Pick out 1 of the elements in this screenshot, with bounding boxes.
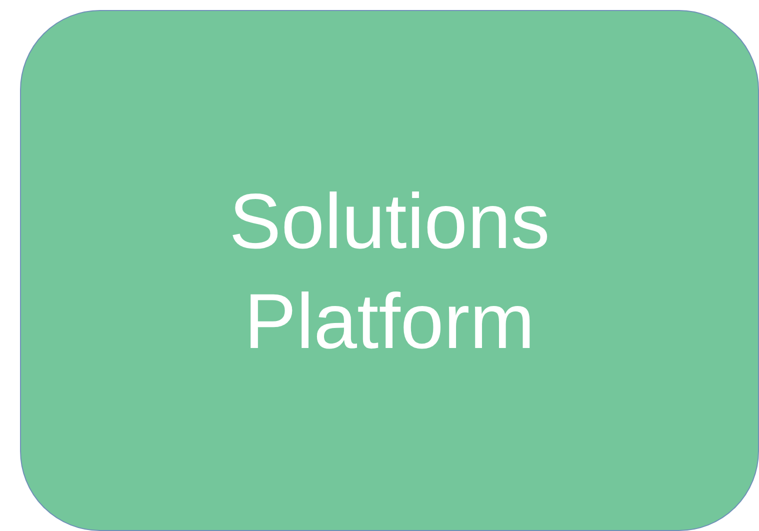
shape-label: Solutions Platform [228, 176, 551, 366]
